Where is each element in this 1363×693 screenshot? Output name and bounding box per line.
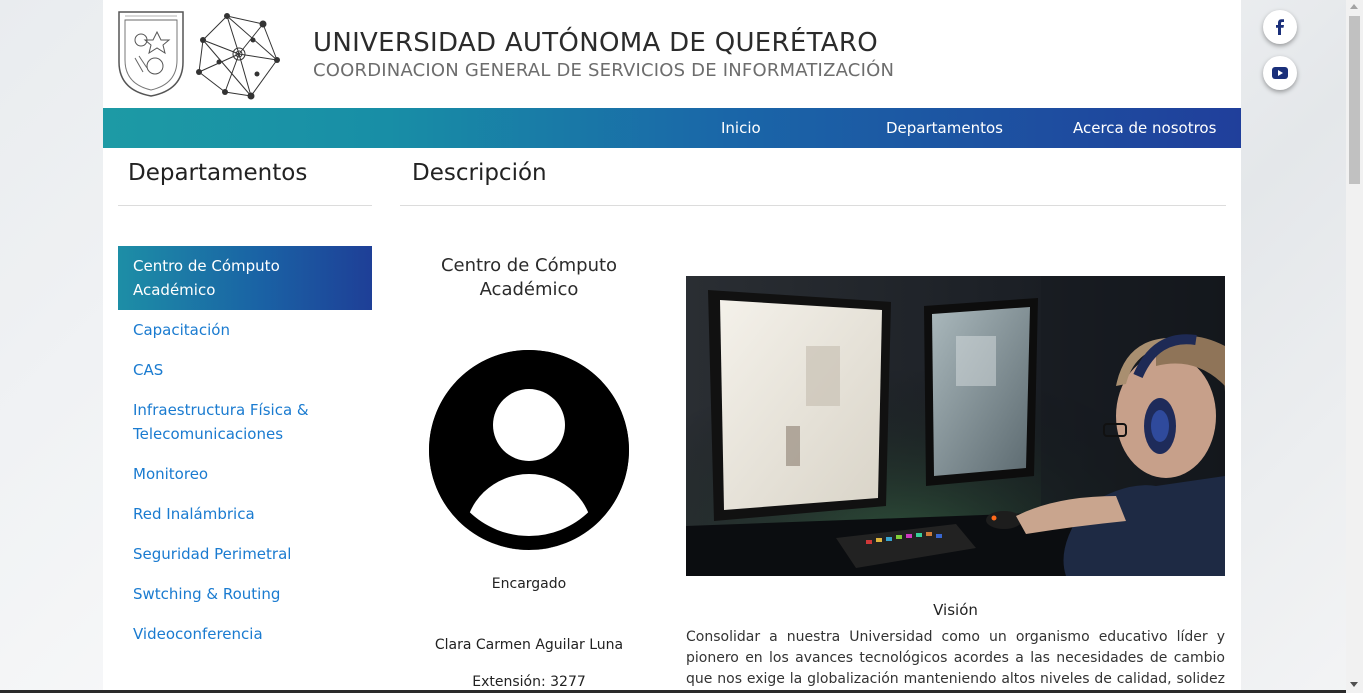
youtube-icon [1272, 67, 1288, 79]
facebook-icon [1276, 19, 1284, 35]
scrollbar-thumb[interactable] [1349, 16, 1360, 184]
facebook-button[interactable] [1263, 10, 1297, 44]
user-avatar-icon [429, 350, 629, 550]
encargado-label: Encargado [491, 576, 567, 592]
sidebar-heading: Departamentos [128, 160, 308, 186]
scroll-up-icon[interactable] [1350, 4, 1358, 9]
network-logo[interactable] [193, 10, 281, 100]
sidebar-item-infraestructura[interactable]: Infraestructura Física & Telecomunicacio… [118, 390, 372, 454]
departments-sidebar: Centro de Cómputo Académico Capacitación… [118, 246, 372, 654]
extension-number: Extensión: 3277 [472, 674, 586, 690]
sidebar-item-capacitacion[interactable]: Capacitación [118, 310, 372, 350]
sidebar-item-centro-computo[interactable]: Centro de Cómputo Académico [118, 246, 372, 310]
sidebar-item-red-inalambrica[interactable]: Red Inalámbrica [118, 494, 372, 534]
coordination-subtitle: COORDINACION GENERAL DE SERVICIOS DE INF… [313, 60, 895, 81]
divider [400, 205, 1226, 206]
page-container: UNIVERSIDAD AUTÓNOMA DE QUERÉTARO COORDI… [103, 0, 1241, 693]
university-seal-logo[interactable] [117, 10, 185, 98]
scroll-down-icon[interactable] [1350, 682, 1358, 687]
header: UNIVERSIDAD AUTÓNOMA DE QUERÉTARO COORDI… [103, 0, 1241, 108]
scrollbar[interactable] [1346, 0, 1363, 693]
nav-item-acerca[interactable]: Acerca de nosotros [1073, 108, 1216, 148]
sidebar-item-videoconferencia[interactable]: Videoconferencia [118, 614, 372, 654]
department-photo [686, 276, 1225, 576]
nav-item-inicio[interactable]: Inicio [721, 108, 761, 148]
main-nav: Inicio Departamentos Acerca de nosotros [103, 108, 1241, 148]
youtube-button[interactable] [1263, 56, 1297, 90]
vision-title: Visión [933, 601, 978, 619]
nav-item-departamentos[interactable]: Departamentos [886, 108, 1003, 148]
university-title: UNIVERSIDAD AUTÓNOMA DE QUERÉTARO [313, 28, 879, 58]
sidebar-item-cas[interactable]: CAS [118, 350, 372, 390]
sidebar-item-switching-routing[interactable]: Swtching & Routing [118, 574, 372, 614]
content-heading: Descripción [412, 160, 547, 186]
person-name: Clara Carmen Aguilar Luna [434, 637, 624, 653]
sidebar-item-seguridad-perimetral[interactable]: Seguridad Perimetral [118, 534, 372, 574]
vision-text: Consolidar a nuestra Universidad como un… [686, 629, 1225, 693]
sidebar-item-monitoreo[interactable]: Monitoreo [118, 454, 372, 494]
department-title: Centro de Cómputo Académico [440, 255, 618, 300]
divider [118, 205, 372, 206]
